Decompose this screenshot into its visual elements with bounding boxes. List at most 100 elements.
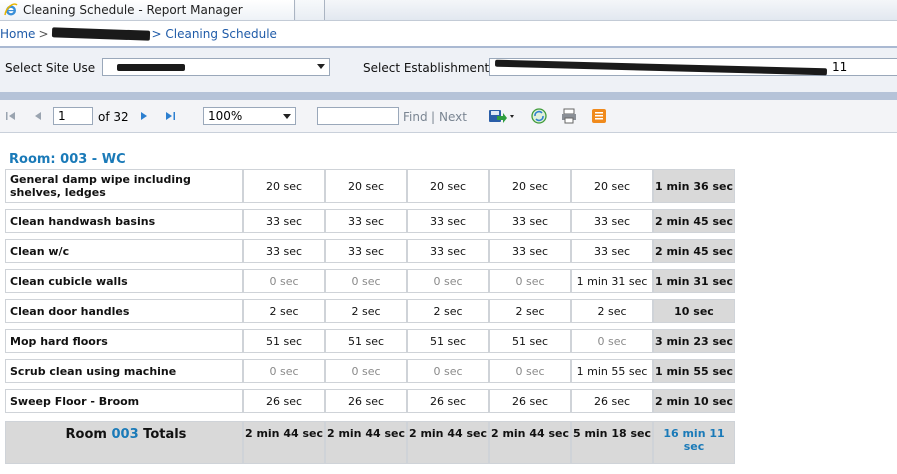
time-cell: 51 sec (407, 329, 489, 353)
breadcrumb-home-link[interactable]: Home (0, 27, 35, 41)
time-cell: 33 sec (571, 209, 653, 233)
time-cell: 0 sec (407, 269, 489, 293)
time-cell: 26 sec (407, 389, 489, 413)
establishment-value-tail: 11 (832, 60, 848, 74)
redacted-establishment-value (494, 59, 828, 76)
time-cell: 26 sec (571, 389, 653, 413)
time-cell: 0 sec (325, 269, 407, 293)
find-next-link[interactable]: Next (439, 110, 467, 124)
time-cell: 0 sec (325, 359, 407, 383)
table-row: Sweep Floor - Broom 26 sec 26 sec 26 sec 26 … (5, 389, 735, 413)
totals-label-prefix: Room (65, 427, 107, 442)
breadcrumb-current-link[interactable]: > Cleaning Schedule (152, 27, 277, 41)
time-cell: 33 sec (489, 209, 571, 233)
internet-explorer-icon (4, 3, 18, 16)
task-name-cell: General damp wipe including shelves, led… (5, 169, 243, 203)
divider (0, 92, 897, 100)
browser-tab-strip: Cleaning Schedule - Report Manager (0, 0, 897, 21)
find-text-input[interactable] (317, 107, 399, 125)
find-separator: | (431, 110, 436, 124)
first-page-icon[interactable] (5, 110, 17, 122)
time-cell: 26 sec (489, 389, 571, 413)
time-cell: 2 sec (407, 299, 489, 323)
browser-tab[interactable]: Cleaning Schedule - Report Manager (0, 0, 295, 20)
time-cell: 0 sec (571, 329, 653, 353)
row-total-cell: 1 min 55 sec (653, 359, 735, 383)
row-total-cell: 10 sec (653, 299, 735, 323)
total-time-cell: 2 min 44 sec (325, 421, 407, 464)
time-cell: 2 sec (571, 299, 653, 323)
time-cell: 33 sec (571, 239, 653, 263)
time-cell: 51 sec (489, 329, 571, 353)
total-time-cell: 2 min 44 sec (407, 421, 489, 464)
find-link[interactable]: Find (403, 110, 428, 124)
row-total-cell: 2 min 45 sec (653, 239, 735, 263)
breadcrumb-separator: > (38, 27, 49, 41)
site-use-select[interactable] (102, 58, 330, 76)
time-cell: 33 sec (407, 239, 489, 263)
print-icon[interactable] (560, 107, 578, 125)
room-title: Room: 003 - WC (9, 152, 126, 167)
totals-room-number: 003 (111, 427, 139, 442)
time-cell: 0 sec (243, 359, 325, 383)
time-cell: 26 sec (325, 389, 407, 413)
task-name-cell: Clean handwash basins (5, 209, 243, 233)
time-cell: 0 sec (489, 269, 571, 293)
chevron-down-icon (283, 114, 291, 119)
totals-label-suffix: Totals (143, 427, 187, 442)
page-count: of 32 (98, 110, 129, 124)
time-cell: 2 sec (243, 299, 325, 323)
time-cell: 1 min 55 sec (571, 359, 653, 383)
time-cell: 0 sec (407, 359, 489, 383)
time-cell: 51 sec (325, 329, 407, 353)
table-row: Clean handwash basins 33 sec 33 sec 33 sec 3… (5, 209, 735, 233)
refresh-icon[interactable] (530, 107, 548, 125)
next-page-icon[interactable] (138, 110, 150, 122)
time-cell: 33 sec (243, 239, 325, 263)
report-toolbar: 1 of 32 100% Find | Next (0, 100, 897, 133)
time-cell: 33 sec (325, 209, 407, 233)
establishment-select[interactable]: 11 (489, 58, 897, 76)
time-cell: 0 sec (243, 269, 325, 293)
export-icon[interactable] (487, 107, 517, 125)
breadcrumb: Home > > Cleaning Schedule (0, 22, 897, 46)
row-total-cell: 2 min 10 sec (653, 389, 735, 413)
room-totals-label: Room 003 Totals (5, 421, 243, 464)
new-tab-button[interactable] (296, 0, 325, 20)
time-cell: 20 sec (571, 169, 653, 203)
data-feed-icon[interactable] (590, 107, 608, 125)
zoom-value: 100% (208, 109, 243, 123)
task-name-cell: Clean cubicle walls (5, 269, 243, 293)
row-spacer (5, 413, 735, 421)
table-row: Mop hard floors 51 sec 51 sec 51 sec 51 sec 0… (5, 329, 735, 353)
time-cell: 20 sec (243, 169, 325, 203)
total-time-cell: 2 min 44 sec (489, 421, 571, 464)
cleaning-schedule-table: General damp wipe including shelves, led… (5, 169, 735, 464)
time-cell: 20 sec (489, 169, 571, 203)
time-cell: 51 sec (243, 329, 325, 353)
time-cell: 33 sec (325, 239, 407, 263)
row-total-cell: 2 min 45 sec (653, 209, 735, 233)
redacted-folder-link[interactable] (51, 27, 150, 41)
task-name-cell: Mop hard floors (5, 329, 243, 353)
page-number-input[interactable]: 1 (53, 107, 93, 125)
grand-total-cell: 16 min 11 sec (653, 421, 735, 464)
row-total-cell: 3 min 23 sec (653, 329, 735, 353)
time-cell: 0 sec (489, 359, 571, 383)
previous-page-icon[interactable] (32, 110, 44, 122)
time-cell: 33 sec (489, 239, 571, 263)
task-name-cell: Clean w/c (5, 239, 243, 263)
room-totals-row: Room 003 Totals 2 min 44 sec 2 min 44 sec 2… (5, 421, 735, 464)
time-cell: 33 sec (243, 209, 325, 233)
last-page-icon[interactable] (164, 110, 176, 122)
task-name-cell: Scrub clean using machine (5, 359, 243, 383)
total-time-cell: 2 min 44 sec (243, 421, 325, 464)
table-row: Clean w/c 33 sec 33 sec 33 sec 33 sec 33 sec 2… (5, 239, 735, 263)
row-total-cell: 1 min 31 sec (653, 269, 735, 293)
total-time-cell: 5 min 18 sec (571, 421, 653, 464)
chevron-down-icon (317, 64, 325, 69)
task-name-cell: Clean door handles (5, 299, 243, 323)
time-cell: 1 min 31 sec (571, 269, 653, 293)
task-name-cell: Sweep Floor - Broom (5, 389, 243, 413)
zoom-select[interactable]: 100% (203, 107, 296, 125)
